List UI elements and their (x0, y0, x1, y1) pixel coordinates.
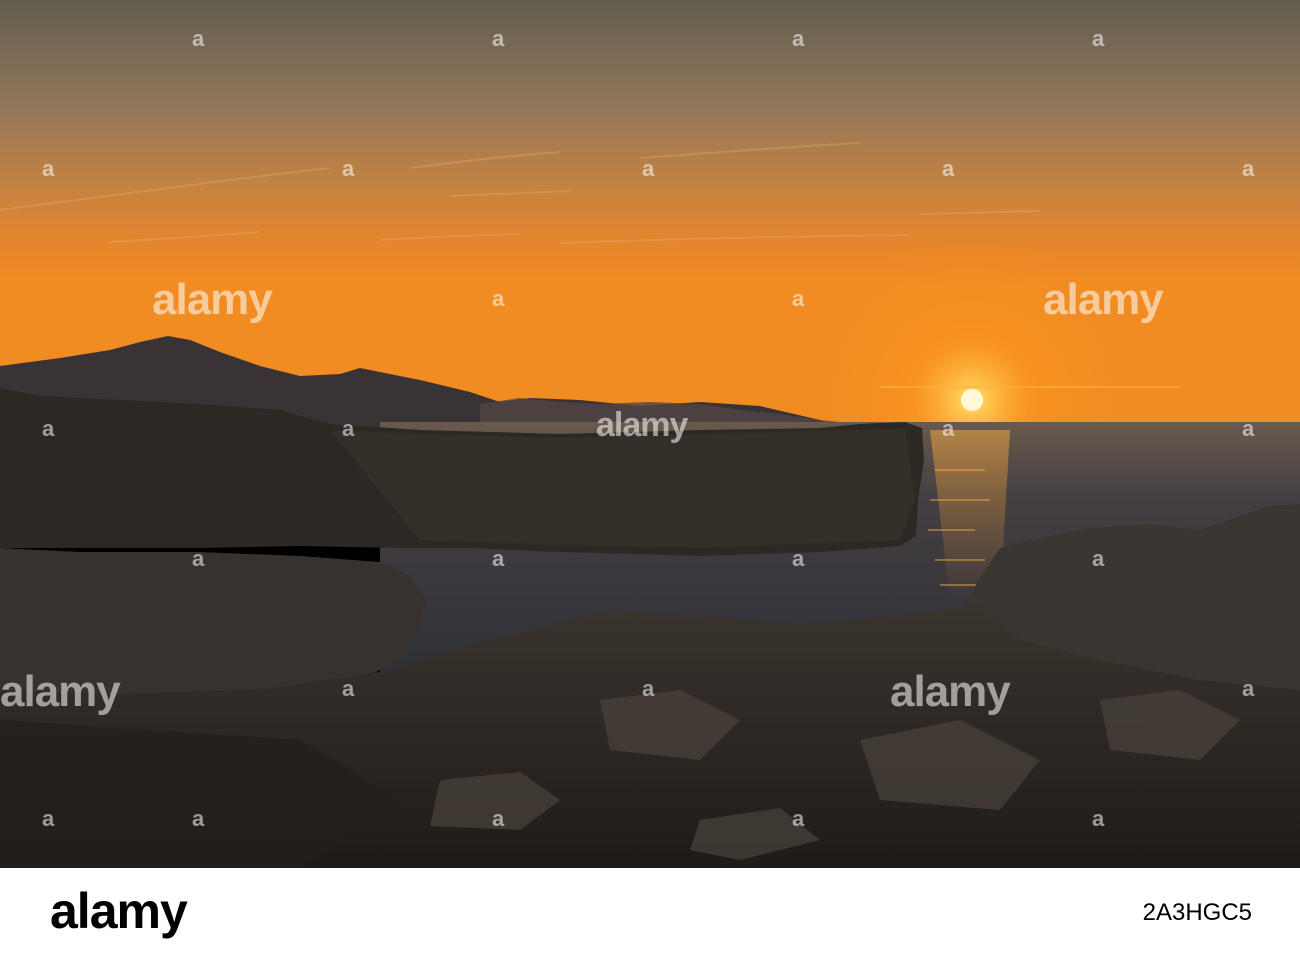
watermark-mark: a (492, 546, 505, 571)
watermark-mark: a (492, 286, 505, 311)
footer-bar: alamy 2A3HGC5 (0, 868, 1300, 956)
watermark-bottom-right: alamy (890, 667, 1011, 716)
watermark-mark: a (792, 546, 805, 571)
watermark-mark: a (192, 546, 205, 571)
watermark-mark: a (492, 806, 505, 831)
watermark-mark: a (42, 156, 55, 181)
footer-logo: alamy (50, 883, 188, 939)
watermark-center: alamy (596, 406, 688, 444)
watermark-mark: a (1242, 156, 1255, 181)
watermark-mark: a (42, 416, 55, 441)
watermark-mark: a (642, 676, 655, 701)
watermark-mark: a (1092, 26, 1105, 51)
watermark-mark: a (792, 286, 805, 311)
watermark-mark: a (1092, 546, 1105, 571)
watermark-mark: a (192, 26, 205, 51)
watermark-mark: a (642, 156, 655, 181)
watermark-mark: a (1092, 806, 1105, 831)
image-id: 2A3HGC5 (1142, 899, 1252, 926)
watermark-mark: a (342, 676, 355, 701)
watermark-mark: a (342, 416, 355, 441)
watermark-top-left: alamy (152, 275, 273, 324)
watermark-bottom-left: alamy (0, 667, 121, 716)
watermark-mark: a (942, 416, 955, 441)
watermark-mark: a (42, 806, 55, 831)
watermark-mark: a (792, 806, 805, 831)
watermark-mark: a (942, 156, 955, 181)
watermark-mark: a (792, 26, 805, 51)
watermark-mark: a (492, 26, 505, 51)
watermark-mark: a (1242, 416, 1255, 441)
watermark-mark: a (192, 806, 205, 831)
watermark-mark: a (342, 156, 355, 181)
watermark-mark: a (1242, 676, 1255, 701)
watermark-top-right: alamy (1043, 275, 1164, 324)
